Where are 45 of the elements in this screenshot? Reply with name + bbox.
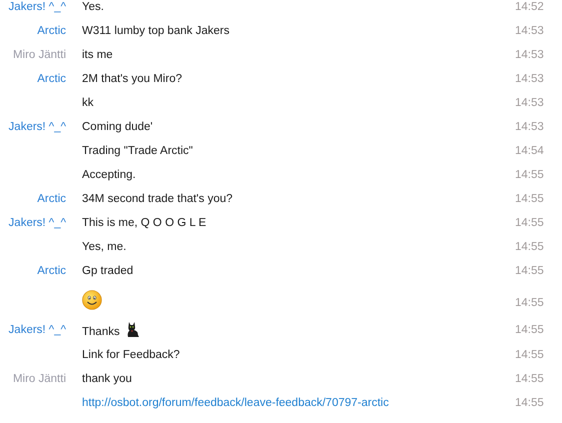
message-time: 14:52: [514, 1, 544, 13]
message-text: Link for Feedback?: [82, 349, 180, 361]
message-time: 14:53: [514, 25, 544, 37]
message-time: 14:55: [514, 193, 544, 205]
message-text: thank you: [82, 373, 132, 385]
message-time: 14:55: [514, 324, 544, 336]
message-text: Thanks: [82, 326, 120, 338]
message-text: 2M that's you Miro?: [82, 73, 182, 85]
message-text: Yes, me.: [82, 241, 126, 253]
sender-name: Arctic: [37, 25, 66, 37]
message-time: 14:53: [514, 97, 544, 109]
message-time: 14:53: [514, 49, 544, 61]
sender-name: Arctic: [37, 73, 66, 85]
message-text: W311 lumby top bank Jakers: [82, 25, 230, 37]
sender-name: Jakers! ^_^: [8, 121, 66, 133]
message-text: Accepting.: [82, 169, 136, 181]
smiley-icon: [82, 290, 102, 310]
message-time: 14:55: [514, 265, 544, 277]
sender-name: Jakers! ^_^: [8, 217, 66, 229]
message-time: 14:53: [514, 73, 544, 85]
sender-name: Miro Jäntti: [12, 49, 66, 61]
message-text: Gp traded: [82, 265, 134, 277]
sender-name: Arctic: [37, 193, 66, 205]
sender-name: Jakers! ^_^: [8, 324, 66, 336]
message-time: 14:55: [514, 169, 544, 181]
message-text: Coming dude': [82, 121, 153, 133]
message-text: kk: [82, 97, 94, 109]
message-text: Trading "Trade Arctic": [82, 145, 193, 157]
message-text: its me: [82, 49, 113, 61]
message-time: 14:53: [514, 121, 544, 133]
message-time: 14:55: [514, 241, 544, 253]
message-time: 14:54: [514, 145, 544, 157]
message-time: 14:55: [514, 349, 544, 361]
message-time: 14:55: [514, 297, 544, 311]
message-time: 14:55: [514, 373, 544, 385]
message-time: 14:55: [514, 217, 544, 229]
message-text: 34M second trade that's you?: [82, 193, 233, 205]
message-text: Yes.: [82, 1, 104, 13]
message-text: This is me, Q O O G L E: [82, 217, 206, 229]
cat-icon: [126, 321, 140, 338]
message-link[interactable]: http://osbot.org/forum/feedback/leave-feedback/70797-arctic: [82, 397, 389, 409]
sender-name: Miro Jäntti: [12, 373, 66, 385]
sender-name: Jakers! ^_^: [8, 1, 66, 13]
message-time: 14:55: [514, 397, 544, 409]
sender-name: Arctic: [37, 265, 66, 277]
